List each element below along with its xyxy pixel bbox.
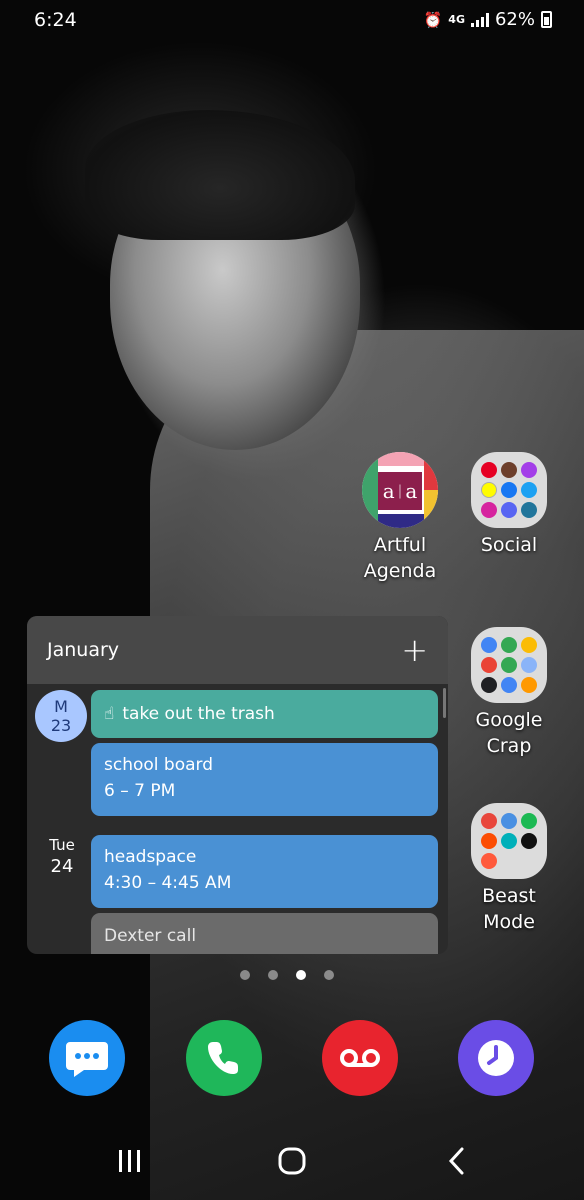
event-time: 4:30 – 4:45 AM [104, 873, 232, 893]
page-dot[interactable] [324, 970, 334, 980]
folder-label-line2: Mode [483, 911, 535, 933]
folder-label-line2: Crap [486, 735, 532, 757]
folder-beast-mode[interactable]: Beast Mode [454, 803, 564, 935]
artful-agenda-icon: a | a [362, 452, 438, 528]
event-take-out-trash[interactable]: ☝ take out the trash [91, 690, 438, 738]
phone-icon[interactable] [186, 1020, 262, 1096]
battery-percent: 62% [494, 9, 535, 30]
event-dexter-call[interactable]: Dexter call [91, 913, 438, 954]
navigation-bar [0, 1120, 584, 1200]
signal-icon [470, 12, 489, 27]
folder-icon [471, 803, 547, 879]
messages-icon[interactable] [49, 1020, 125, 1096]
alarm-icon: ⏰ [423, 10, 443, 29]
day-date: 23 [50, 716, 72, 735]
event-headspace[interactable]: headspace 4:30 – 4:45 AM [91, 835, 438, 908]
page-dot[interactable] [240, 970, 250, 980]
page-dot-active[interactable] [296, 970, 306, 980]
app-label-line1: Artful [373, 534, 427, 556]
day-weekday: M [54, 697, 68, 716]
home-icon[interactable] [262, 1136, 322, 1186]
calendar-widget[interactable]: January + M 23 ☝ take out the trash scho… [27, 616, 448, 954]
artful-agenda-logo: a | a [378, 472, 422, 510]
battery-icon [541, 11, 552, 28]
plus-icon[interactable]: + [401, 631, 428, 669]
dock [0, 1020, 584, 1096]
day-weekday: Tue [49, 836, 75, 854]
event-title: take out the trash [122, 704, 275, 724]
event-title: headspace [104, 847, 197, 867]
task-hand-icon: ☝ [104, 704, 115, 724]
folder-label-line1: Social [480, 534, 538, 556]
page-indicator[interactable] [240, 970, 334, 980]
status-time: 6:24 [34, 9, 77, 31]
folder-label-line1: Beast [482, 885, 536, 907]
event-title: Dexter call [104, 926, 197, 946]
event-school-board[interactable]: school board 6 – 7 PM [91, 743, 438, 816]
folder-icon [471, 452, 547, 528]
voicemail-icon[interactable] [322, 1020, 398, 1096]
status-icons: ⏰ 4G 62% [424, 9, 552, 30]
folder-icon [471, 627, 547, 703]
event-title: school board [104, 755, 213, 775]
widget-scrollbar[interactable] [443, 688, 446, 718]
folder-label-line1: Google [475, 709, 543, 731]
folder-social[interactable]: Social [454, 452, 564, 558]
calendar-month-title[interactable]: January [47, 639, 119, 661]
folder-google-crap[interactable]: Google Crap [454, 627, 564, 759]
wallpaper-photo-hair [85, 110, 355, 240]
day-monday-23[interactable]: M 23 [35, 690, 89, 742]
event-time: 6 – 7 PM [104, 781, 176, 801]
status-bar: 6:24 ⏰ 4G 62% [0, 0, 584, 40]
today-badge: M 23 [35, 690, 87, 742]
day-date: 24 [50, 856, 74, 877]
page-dot[interactable] [268, 970, 278, 980]
app-artful-agenda[interactable]: a | a Artful Agenda [345, 452, 455, 584]
app-label-line2: Agenda [363, 560, 437, 582]
calendar-widget-header: January + [27, 616, 448, 684]
recents-icon[interactable] [100, 1136, 160, 1186]
network-4g-icon: 4G [448, 13, 465, 26]
clock-icon[interactable] [458, 1020, 534, 1096]
back-icon[interactable] [427, 1136, 487, 1186]
day-tuesday-24[interactable]: Tue 24 [35, 836, 89, 877]
